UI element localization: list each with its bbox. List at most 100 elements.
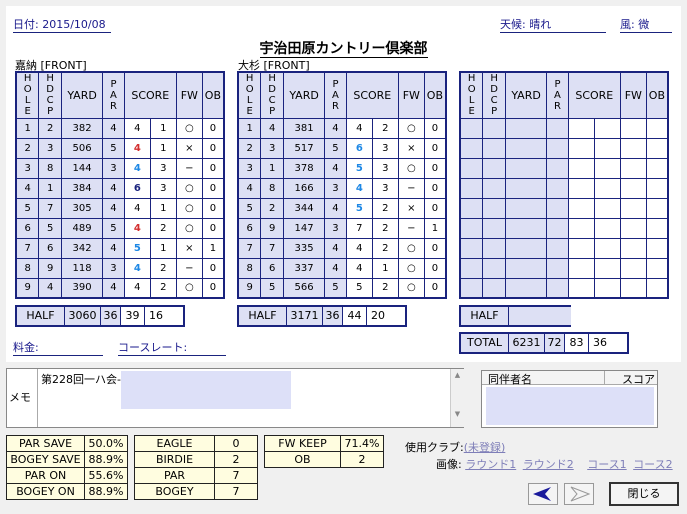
- fw-cell[interactable]: −: [397, 177, 425, 199]
- fw-cell[interactable]: ×: [397, 137, 425, 159]
- empty-cell[interactable]: [567, 237, 595, 259]
- ob-cell[interactable]: 0: [423, 277, 447, 299]
- ob-cell[interactable]: 0: [201, 117, 225, 139]
- strokes-cell[interactable]: 4: [123, 197, 151, 219]
- strokes-cell[interactable]: 4: [123, 157, 151, 179]
- empty-cell[interactable]: [567, 277, 595, 299]
- next-button[interactable]: [564, 483, 594, 505]
- empty-cell[interactable]: [619, 137, 647, 159]
- fw-cell[interactable]: ○: [175, 117, 203, 139]
- ob-cell[interactable]: 1: [423, 217, 447, 239]
- empty-cell[interactable]: [645, 177, 669, 199]
- empty-cell[interactable]: [593, 117, 621, 139]
- fw-cell[interactable]: ○: [397, 237, 425, 259]
- ob-cell[interactable]: 0: [201, 177, 225, 199]
- strokes-cell[interactable]: 4: [123, 137, 151, 159]
- putts-cell[interactable]: 3: [149, 177, 177, 199]
- ob-cell[interactable]: 0: [201, 217, 225, 239]
- ob-cell[interactable]: 0: [423, 257, 447, 279]
- putts-cell[interactable]: 1: [149, 117, 177, 139]
- image-link-round2[interactable]: ラウンド2: [523, 458, 574, 471]
- empty-cell[interactable]: [619, 237, 647, 259]
- fw-cell[interactable]: ○: [397, 257, 425, 279]
- fw-cell[interactable]: ○: [397, 157, 425, 179]
- strokes-cell[interactable]: 6: [345, 137, 373, 159]
- strokes-cell[interactable]: 4: [345, 237, 373, 259]
- fw-cell[interactable]: ○: [175, 197, 203, 219]
- putts-cell[interactable]: 3: [371, 137, 399, 159]
- memo-text[interactable]: 第228回一ハ会-: [41, 371, 121, 387]
- empty-cell[interactable]: [619, 277, 647, 299]
- strokes-cell[interactable]: 5: [345, 277, 373, 299]
- companions-list[interactable]: [486, 387, 654, 425]
- putts-cell[interactable]: 1: [149, 197, 177, 219]
- strokes-cell[interactable]: 5: [123, 237, 151, 259]
- empty-cell[interactable]: [567, 137, 595, 159]
- ob-cell[interactable]: 0: [201, 197, 225, 219]
- empty-cell[interactable]: [645, 137, 669, 159]
- fw-cell[interactable]: ○: [397, 277, 425, 299]
- empty-cell[interactable]: [645, 197, 669, 219]
- empty-cell[interactable]: [593, 257, 621, 279]
- strokes-cell[interactable]: 4: [123, 257, 151, 279]
- strokes-cell[interactable]: 6: [123, 177, 151, 199]
- strokes-cell[interactable]: 4: [123, 117, 151, 139]
- empty-cell[interactable]: [645, 157, 669, 179]
- memo-scrollbar[interactable]: ▲ ▼: [450, 369, 464, 427]
- putts-cell[interactable]: 3: [149, 157, 177, 179]
- empty-cell[interactable]: [567, 217, 595, 239]
- clubs-link[interactable]: (未登録): [464, 441, 506, 454]
- empty-cell[interactable]: [593, 197, 621, 219]
- ob-cell[interactable]: 0: [423, 197, 447, 219]
- empty-cell[interactable]: [593, 157, 621, 179]
- putts-cell[interactable]: 1: [371, 257, 399, 279]
- empty-cell[interactable]: [645, 237, 669, 259]
- putts-cell[interactable]: 1: [149, 237, 177, 259]
- ob-cell[interactable]: 0: [201, 277, 225, 299]
- ob-cell[interactable]: 0: [423, 177, 447, 199]
- fw-cell[interactable]: ×: [175, 137, 203, 159]
- empty-cell[interactable]: [593, 177, 621, 199]
- ob-cell[interactable]: 1: [201, 237, 225, 259]
- putts-cell[interactable]: 3: [371, 157, 399, 179]
- ob-cell[interactable]: 0: [201, 157, 225, 179]
- scroll-down-icon[interactable]: ▼: [451, 410, 464, 418]
- empty-cell[interactable]: [619, 257, 647, 279]
- empty-cell[interactable]: [593, 137, 621, 159]
- empty-cell[interactable]: [619, 197, 647, 219]
- ob-cell[interactable]: 0: [423, 117, 447, 139]
- fw-cell[interactable]: ○: [397, 117, 425, 139]
- putts-cell[interactable]: 2: [371, 277, 399, 299]
- ob-cell[interactable]: 0: [423, 137, 447, 159]
- strokes-cell[interactable]: 4: [345, 257, 373, 279]
- strokes-cell[interactable]: 5: [345, 197, 373, 219]
- empty-cell[interactable]: [619, 177, 647, 199]
- fw-cell[interactable]: ×: [397, 197, 425, 219]
- strokes-cell[interactable]: 4: [345, 177, 373, 199]
- putts-cell[interactable]: 2: [149, 217, 177, 239]
- ob-cell[interactable]: 0: [201, 257, 225, 279]
- scroll-up-icon[interactable]: ▲: [451, 371, 464, 379]
- strokes-cell[interactable]: 4: [123, 217, 151, 239]
- strokes-cell[interactable]: 4: [123, 277, 151, 299]
- empty-cell[interactable]: [645, 257, 669, 279]
- putts-cell[interactable]: 2: [371, 117, 399, 139]
- strokes-cell[interactable]: 7: [345, 217, 373, 239]
- putts-cell[interactable]: 2: [149, 277, 177, 299]
- image-link-course2[interactable]: コース2: [633, 458, 672, 471]
- close-button[interactable]: 閉じる: [609, 482, 679, 506]
- fw-cell[interactable]: −: [175, 157, 203, 179]
- fw-cell[interactable]: ○: [175, 277, 203, 299]
- fw-cell[interactable]: ○: [175, 177, 203, 199]
- empty-cell[interactable]: [567, 117, 595, 139]
- fw-cell[interactable]: −: [397, 217, 425, 239]
- strokes-cell[interactable]: 5: [345, 157, 373, 179]
- empty-cell[interactable]: [593, 217, 621, 239]
- fw-cell[interactable]: −: [175, 257, 203, 279]
- fw-cell[interactable]: ×: [175, 237, 203, 259]
- empty-cell[interactable]: [567, 157, 595, 179]
- empty-cell[interactable]: [645, 277, 669, 299]
- ob-cell[interactable]: 0: [423, 157, 447, 179]
- prev-button[interactable]: [528, 483, 558, 505]
- putts-cell[interactable]: 1: [149, 137, 177, 159]
